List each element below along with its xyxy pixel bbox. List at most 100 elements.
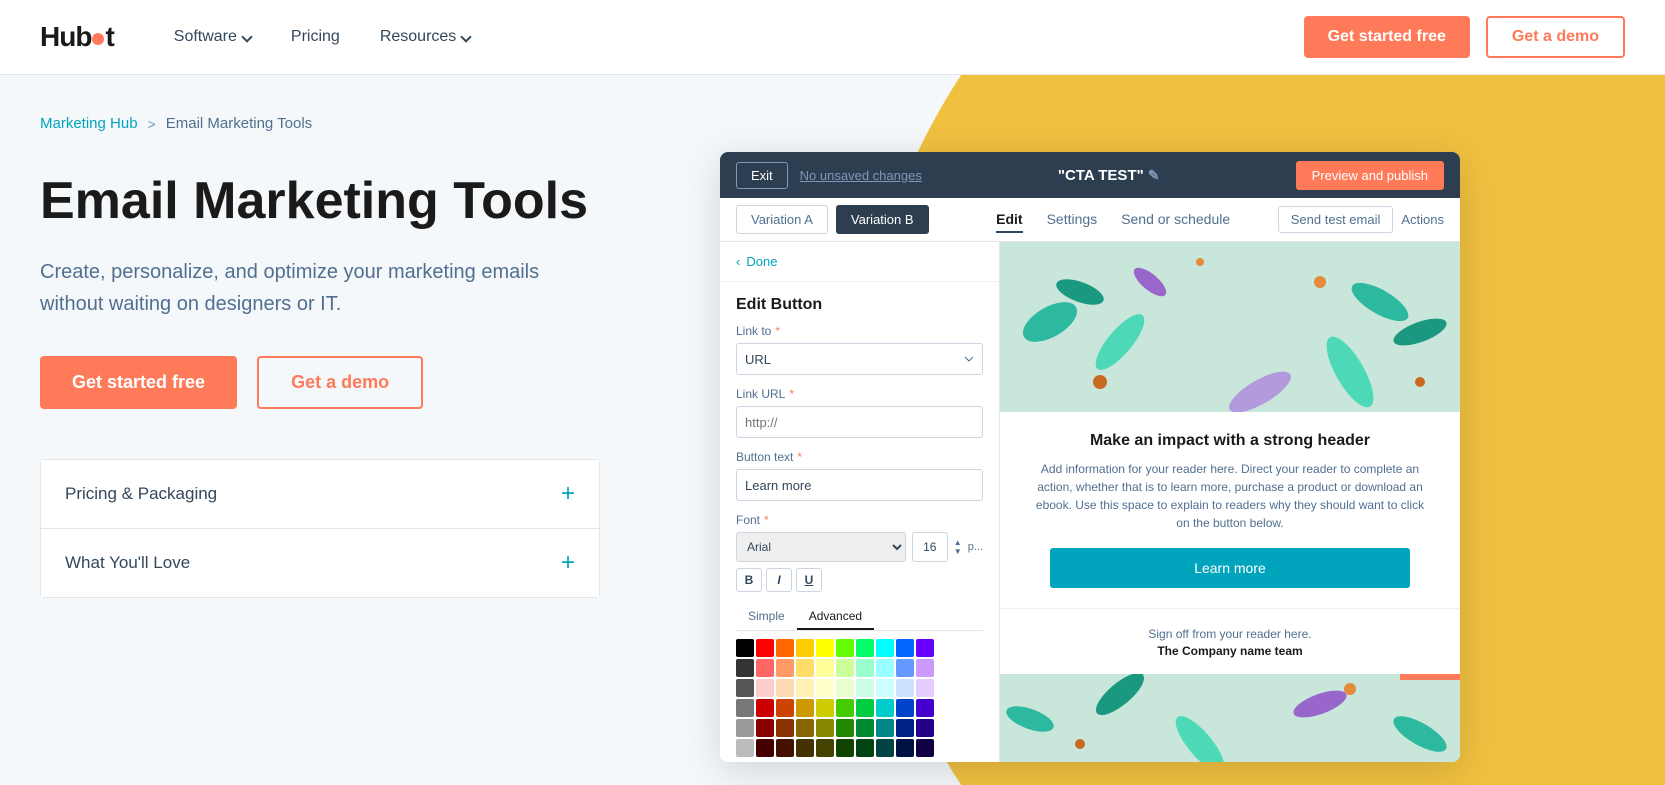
accordion-item-love[interactable]: What You'll Love +: [41, 529, 599, 597]
color-cell[interactable]: [856, 739, 874, 757]
hero-get-demo-button[interactable]: Get a demo: [257, 356, 423, 409]
nav-get-started-button[interactable]: Get started free: [1304, 16, 1470, 58]
tab-send-schedule[interactable]: Send or schedule: [1121, 207, 1230, 233]
link-to-select[interactable]: URL: [736, 343, 983, 375]
color-cell[interactable]: [736, 699, 754, 717]
color-cell[interactable]: [816, 719, 834, 737]
color-cell[interactable]: [836, 679, 854, 697]
color-cell[interactable]: [916, 639, 934, 657]
color-cell[interactable]: [756, 679, 774, 697]
color-cell[interactable]: [916, 719, 934, 737]
advanced-color-tab[interactable]: Advanced: [797, 604, 874, 630]
color-cell[interactable]: [856, 659, 874, 677]
color-cell[interactable]: [896, 639, 914, 657]
color-cell[interactable]: [816, 699, 834, 717]
color-cell[interactable]: [916, 699, 934, 717]
color-cell[interactable]: [776, 639, 794, 657]
variation-a-tab[interactable]: Variation A: [736, 205, 828, 234]
breadcrumb-parent-link[interactable]: Marketing Hub: [40, 115, 138, 132]
color-cell[interactable]: [756, 699, 774, 717]
variation-b-tab[interactable]: Variation B: [836, 205, 929, 234]
email-hero-text: Add information for your reader here. Di…: [1030, 460, 1430, 532]
color-cell[interactable]: [856, 679, 874, 697]
color-cell[interactable]: [816, 679, 834, 697]
logo[interactable]: Hubt: [40, 21, 114, 53]
color-cell[interactable]: [896, 739, 914, 757]
color-cell[interactable]: [736, 719, 754, 737]
color-cell[interactable]: [776, 739, 794, 757]
simple-color-tab[interactable]: Simple: [736, 604, 797, 630]
nav-software[interactable]: Software: [174, 28, 251, 46]
color-cell[interactable]: [776, 659, 794, 677]
color-cell-black[interactable]: [736, 639, 754, 657]
color-cell[interactable]: [756, 719, 774, 737]
hero-get-started-button[interactable]: Get started free: [40, 356, 237, 409]
color-cell[interactable]: [796, 659, 814, 677]
color-cell[interactable]: [816, 639, 834, 657]
font-size-up-icon[interactable]: ▲: [954, 538, 962, 547]
color-cell[interactable]: [856, 699, 874, 717]
color-cell[interactable]: [876, 659, 894, 677]
color-cell[interactable]: [736, 659, 754, 677]
color-cell[interactable]: [756, 639, 774, 657]
color-cell[interactable]: [776, 699, 794, 717]
color-cell[interactable]: [916, 679, 934, 697]
color-cell[interactable]: [856, 719, 874, 737]
font-select[interactable]: Arial: [736, 532, 906, 562]
bold-button[interactable]: B: [736, 568, 762, 592]
color-cell[interactable]: [816, 659, 834, 677]
color-cell[interactable]: [796, 679, 814, 697]
mockup-exit-button[interactable]: Exit: [736, 162, 788, 189]
font-size-input[interactable]: [912, 532, 948, 562]
color-cell[interactable]: [876, 699, 894, 717]
color-cell[interactable]: [896, 679, 914, 697]
link-url-input[interactable]: [736, 406, 983, 438]
edit-icon[interactable]: ✎: [1148, 167, 1160, 183]
mockup-back-link[interactable]: ‹ Done: [720, 242, 999, 282]
color-cell[interactable]: [796, 699, 814, 717]
color-cell[interactable]: [796, 639, 814, 657]
color-cell[interactable]: [836, 659, 854, 677]
mockup-unsaved-text[interactable]: No unsaved changes: [800, 168, 922, 183]
tab-edit[interactable]: Edit: [996, 207, 1022, 233]
color-cell[interactable]: [796, 739, 814, 757]
font-size-down-icon[interactable]: ▼: [954, 547, 962, 556]
color-cell[interactable]: [876, 719, 894, 737]
color-cell[interactable]: [776, 719, 794, 737]
color-cell[interactable]: [756, 659, 774, 677]
nav-pricing[interactable]: Pricing: [291, 28, 340, 46]
mockup-publish-button[interactable]: Preview and publish: [1296, 161, 1444, 190]
send-test-button[interactable]: Send test email: [1278, 206, 1394, 233]
accordion-item-pricing[interactable]: Pricing & Packaging +: [41, 460, 599, 529]
color-cell[interactable]: [916, 739, 934, 757]
color-cell[interactable]: [876, 679, 894, 697]
color-cell[interactable]: [836, 639, 854, 657]
accordion: Pricing & Packaging + What You'll Love +: [40, 459, 600, 598]
color-cell[interactable]: [896, 699, 914, 717]
color-cell[interactable]: [856, 639, 874, 657]
button-text-input[interactable]: [736, 469, 983, 501]
color-cell[interactable]: [836, 739, 854, 757]
color-cell[interactable]: [876, 739, 894, 757]
italic-button[interactable]: I: [766, 568, 792, 592]
color-cell[interactable]: [756, 739, 774, 757]
color-cell[interactable]: [836, 719, 854, 737]
color-cell[interactable]: [736, 739, 754, 757]
color-cell[interactable]: [896, 719, 914, 737]
nav-get-demo-button[interactable]: Get a demo: [1486, 16, 1625, 58]
hero-left: Email Marketing Tools Create, personaliz…: [40, 172, 640, 598]
color-cell[interactable]: [876, 639, 894, 657]
nav-resources[interactable]: Resources: [380, 28, 470, 46]
underline-button[interactable]: U: [796, 568, 822, 592]
color-cell[interactable]: [736, 679, 754, 697]
hero-buttons: Get started free Get a demo: [40, 356, 640, 409]
tab-settings[interactable]: Settings: [1047, 207, 1098, 233]
color-cell[interactable]: [916, 659, 934, 677]
color-cell[interactable]: [816, 739, 834, 757]
email-cta-button[interactable]: Learn more: [1050, 548, 1410, 588]
color-cell[interactable]: [776, 679, 794, 697]
actions-button[interactable]: Actions: [1401, 212, 1444, 227]
color-cell[interactable]: [896, 659, 914, 677]
color-cell[interactable]: [796, 719, 814, 737]
color-cell[interactable]: [836, 699, 854, 717]
